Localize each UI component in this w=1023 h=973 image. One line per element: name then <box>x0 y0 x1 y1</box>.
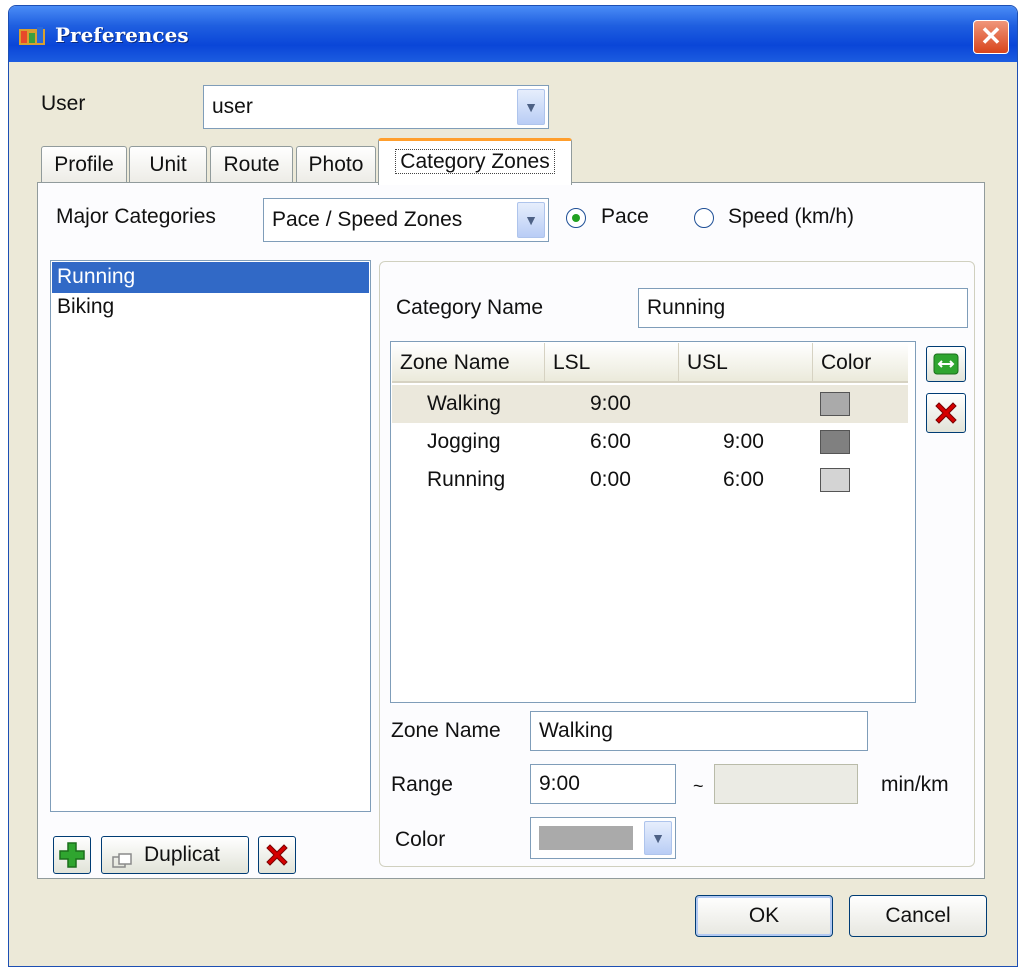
lsl-cell: 0:00 <box>590 468 631 491</box>
add-zone-button[interactable] <box>926 346 966 382</box>
category-list[interactable]: Running Biking <box>50 260 371 812</box>
title-bar[interactable]: Preferences ✕ <box>9 6 1017 62</box>
delete-x-icon <box>266 844 288 866</box>
tab-profile-label: Profile <box>54 153 114 176</box>
category-name-label: Category Name <box>396 296 544 319</box>
list-item[interactable]: Running <box>52 262 369 293</box>
list-item[interactable]: Biking <box>52 292 369 323</box>
tab-category-zones[interactable]: Category Zones <box>378 138 572 185</box>
tab-category-zones-label: Category Zones <box>395 149 555 174</box>
zone-name-cell: Jogging <box>427 430 501 453</box>
add-category-button[interactable] <box>53 836 91 874</box>
zone-name-value: Walking <box>539 719 613 742</box>
major-categories-label: Major Categories <box>56 205 216 228</box>
duplicate-button[interactable]: Duplicat <box>101 836 249 874</box>
color-swatch <box>820 392 850 416</box>
range-unit-label: min/km <box>881 773 949 796</box>
lsl-cell: 9:00 <box>590 392 631 415</box>
window-title: Preferences <box>55 23 189 47</box>
add-row-icon <box>933 353 959 375</box>
delete-zone-button[interactable] <box>926 393 966 433</box>
tab-unit[interactable]: Unit <box>129 146 207 184</box>
plus-icon <box>59 842 85 868</box>
zone-name-cell: Walking <box>427 392 501 415</box>
user-label: User <box>41 92 86 115</box>
pace-radio-label[interactable]: Pace <box>601 205 649 229</box>
category-name-value: Running <box>647 296 726 319</box>
speed-radio-label[interactable]: Speed (km/h) <box>728 205 854 229</box>
range-to-field <box>714 764 858 804</box>
usl-cell: 9:00 <box>723 430 764 453</box>
chevron-down-icon[interactable]: ▼ <box>517 89 545 125</box>
column-header-lsl[interactable]: LSL <box>545 343 679 383</box>
app-icon <box>19 25 45 45</box>
usl-cell: 6:00 <box>723 468 764 491</box>
table-row[interactable]: Walking 9:00 <box>392 385 908 423</box>
column-header-zone-name[interactable]: Zone Name <box>392 343 545 383</box>
radio-selected-dot <box>572 214 580 222</box>
delete-category-button[interactable] <box>258 836 296 874</box>
color-swatch <box>820 468 850 492</box>
tab-photo-label: Photo <box>308 153 364 176</box>
copy-icon <box>112 853 132 868</box>
color-picker[interactable]: ▼ <box>530 817 676 859</box>
range-from-value: 9:00 <box>539 772 580 795</box>
tab-photo[interactable]: Photo <box>296 146 376 184</box>
close-icon: ✕ <box>980 21 1002 51</box>
close-button[interactable]: ✕ <box>973 20 1009 54</box>
range-from-field[interactable]: 9:00 <box>530 764 676 804</box>
tab-route-label: Route <box>223 153 280 176</box>
preferences-dialog: Preferences ✕ User user ▼ Profile Unit R… <box>8 5 1018 967</box>
category-name-field[interactable]: Running <box>638 288 968 328</box>
cancel-button[interactable]: Cancel <box>849 895 987 937</box>
major-categories-value: Pace / Speed Zones <box>272 208 463 231</box>
tab-unit-label: Unit <box>149 153 187 176</box>
range-label: Range <box>391 773 453 796</box>
color-label: Color <box>395 828 446 851</box>
speed-radio[interactable] <box>694 208 714 228</box>
user-select-value: user <box>212 95 253 118</box>
color-swatch <box>820 430 850 454</box>
zone-name-cell: Running <box>427 468 506 491</box>
color-picker-swatch <box>539 826 633 850</box>
range-separator: ~ <box>693 776 704 796</box>
user-select[interactable]: user ▼ <box>203 85 549 129</box>
zone-table[interactable]: Zone Name LSL USL Color Walking 9:00 Jog… <box>390 341 916 703</box>
ok-button[interactable]: OK <box>695 895 833 937</box>
zone-name-label: Zone Name <box>391 719 501 742</box>
duplicate-label: Duplicat <box>144 843 220 866</box>
tab-route[interactable]: Route <box>210 146 293 184</box>
column-header-usl[interactable]: USL <box>679 343 813 383</box>
table-row[interactable]: Jogging 6:00 9:00 <box>392 423 908 461</box>
tab-profile[interactable]: Profile <box>41 146 127 184</box>
pace-radio[interactable] <box>566 208 586 228</box>
zone-name-field[interactable]: Walking <box>530 711 868 751</box>
chevron-down-icon[interactable]: ▼ <box>517 202 545 238</box>
table-row[interactable]: Running 0:00 6:00 <box>392 461 908 499</box>
column-header-color[interactable]: Color <box>813 343 908 383</box>
lsl-cell: 6:00 <box>590 430 631 453</box>
chevron-down-icon[interactable]: ▼ <box>644 821 672 855</box>
delete-x-icon <box>935 402 957 424</box>
major-categories-select[interactable]: Pace / Speed Zones ▼ <box>263 198 549 242</box>
